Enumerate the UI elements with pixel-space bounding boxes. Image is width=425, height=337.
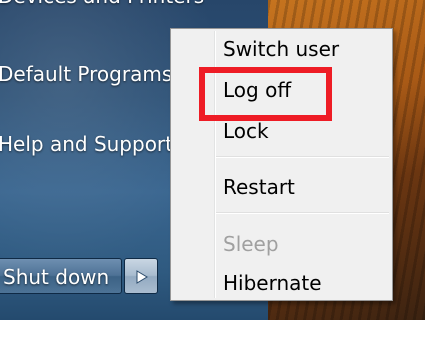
menu-item-restart[interactable]: Restart — [223, 175, 295, 199]
highlight-box — [199, 67, 332, 121]
start-item-default-programs[interactable]: Default Programs — [0, 62, 172, 86]
start-item-help-and-support[interactable]: Help and Support — [0, 132, 173, 156]
menu-item-lock[interactable]: Lock — [223, 119, 269, 143]
menu-separator — [216, 212, 389, 214]
shutdown-button[interactable]: Shut down — [0, 258, 122, 294]
shutdown-options-button[interactable] — [124, 258, 158, 294]
menu-item-sleep: Sleep — [223, 232, 279, 256]
menu-separator — [216, 156, 389, 158]
start-item-devices-and-printers[interactable]: Devices and Printers — [0, 0, 204, 8]
menu-item-switch-user[interactable]: Switch user — [223, 37, 339, 61]
bottom-margin — [0, 320, 425, 337]
triangle-right-icon — [136, 270, 148, 284]
menu-item-hibernate[interactable]: Hibernate — [223, 271, 322, 295]
